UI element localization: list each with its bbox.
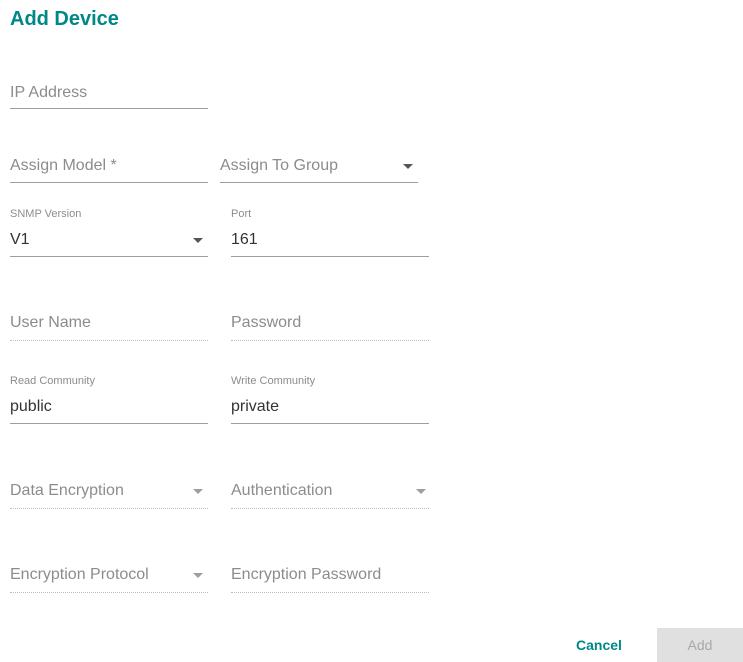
snmp-version-value: V1: [10, 231, 30, 248]
data-encryption-select[interactable]: Data Encryption: [10, 480, 208, 512]
ip-address-underline: [10, 108, 208, 109]
dialog-title: Add Device: [10, 8, 119, 30]
authentication-underline: [231, 508, 429, 509]
snmp-version-label: SNMP Version: [10, 208, 82, 220]
ip-address-field[interactable]: IP Address: [10, 78, 208, 112]
encryption-protocol-placeholder: Encryption Protocol: [10, 566, 149, 583]
password-field[interactable]: Password: [231, 312, 429, 344]
port-label: Port: [231, 208, 252, 220]
cancel-button[interactable]: Cancel: [566, 628, 632, 662]
encryption-password-underline: [231, 592, 429, 593]
chevron-down-icon: [416, 489, 426, 494]
assign-group-underline: [220, 182, 418, 183]
read-community-value: public: [10, 398, 52, 415]
password-underline: [231, 340, 429, 341]
encryption-password-field[interactable]: Encryption Password: [231, 564, 429, 596]
read-community-field[interactable]: Read Community public: [10, 375, 208, 425]
add-button[interactable]: Add: [657, 628, 743, 662]
chevron-down-icon: [193, 573, 203, 578]
assign-group-select[interactable]: Assign To Group: [220, 150, 418, 184]
assign-model-placeholder: Assign Model *: [10, 157, 117, 174]
user-name-field[interactable]: User Name: [10, 312, 208, 344]
user-name-placeholder: User Name: [10, 314, 91, 331]
user-name-underline: [10, 340, 208, 341]
encryption-protocol-select[interactable]: Encryption Protocol: [10, 564, 208, 596]
ip-address-placeholder: IP Address: [10, 84, 88, 101]
assign-model-field[interactable]: Assign Model *: [10, 150, 208, 184]
assign-model-underline: [10, 182, 208, 183]
snmp-version-underline: [10, 256, 208, 257]
read-community-underline: [10, 423, 208, 424]
data-encryption-underline: [10, 508, 208, 509]
chevron-down-icon: [193, 489, 203, 494]
port-underline: [231, 256, 429, 257]
encryption-protocol-underline: [10, 592, 208, 593]
authentication-select[interactable]: Authentication: [231, 480, 429, 512]
chevron-down-icon: [193, 238, 203, 243]
write-community-label: Write Community: [231, 375, 316, 387]
encryption-password-placeholder: Encryption Password: [231, 566, 382, 583]
write-community-value: private: [231, 398, 280, 415]
port-value: 161: [231, 231, 258, 248]
assign-group-placeholder: Assign To Group: [220, 157, 338, 174]
chevron-down-icon: [403, 164, 413, 169]
data-encryption-placeholder: Data Encryption: [10, 482, 124, 499]
port-field[interactable]: Port 161: [231, 208, 429, 258]
authentication-placeholder: Authentication: [231, 482, 333, 499]
write-community-underline: [231, 423, 429, 424]
snmp-version-select[interactable]: SNMP Version V1: [10, 208, 208, 258]
write-community-field[interactable]: Write Community private: [231, 375, 429, 425]
password-placeholder: Password: [231, 314, 302, 331]
read-community-label: Read Community: [10, 375, 95, 387]
